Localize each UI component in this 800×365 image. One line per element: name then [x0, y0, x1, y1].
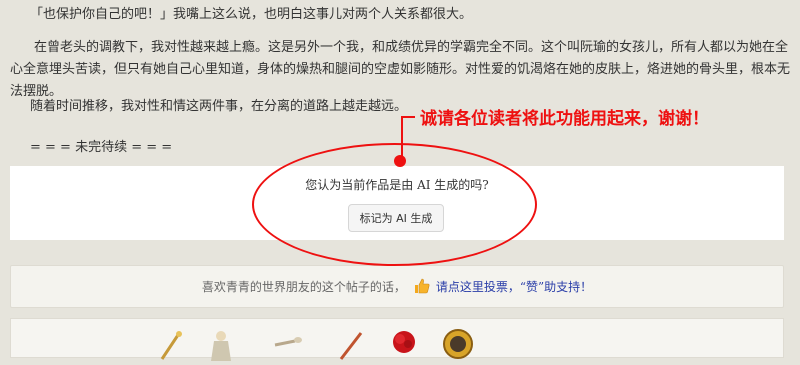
thumbs-up-icon[interactable]: [414, 269, 430, 311]
vote-line: 喜欢青青的世界朋友的这个帖子的话， 请点这里投票，“赞”助支持！: [11, 266, 783, 311]
vote-lead-text: 喜欢青青的世界朋友的这个帖子的话，: [201, 280, 406, 294]
to-be-continued: = = = 未完待续 = = =: [30, 140, 173, 155]
wand-icon[interactable]: [156, 327, 190, 361]
pipe-icon[interactable]: [271, 327, 305, 361]
gift-panel: [10, 318, 784, 361]
figure-icon[interactable]: [204, 327, 238, 361]
vote-link[interactable]: 请点这里投票，“赞”助支持！: [436, 280, 592, 294]
ai-detection-panel: 您认为当前作品是由 AI 生成的吗? 标记为 AI 生成: [10, 166, 784, 240]
story-paragraph: 在曾老头的调教下，我对性越来越上瘾。这是另外一个我，和成绩优异的学霸完全不同。这…: [10, 40, 791, 99]
story-paragraph: 「也保护你自己的吧！」我嘴上这么说，也明白这事儿对两个人关系都很大。: [30, 7, 473, 22]
annotation-dot: [394, 155, 406, 167]
vote-panel: 喜欢青青的世界朋友的这个帖子的话， 请点这里投票，“赞”助支持！: [10, 265, 784, 308]
mark-ai-generated-button[interactable]: 标记为 AI 生成: [348, 204, 444, 232]
story-paragraph: 随着时间推移，我对性和情这两件事，在分离的道路上越走越远。: [30, 99, 408, 114]
annotation-connector: [401, 116, 415, 118]
ai-question: 您认为当前作品是由 AI 生成的吗?: [305, 178, 489, 192]
medal-icon[interactable]: [441, 327, 475, 361]
sword-icon[interactable]: [333, 327, 367, 361]
rose-icon[interactable]: [387, 327, 421, 361]
annotation-text: 诚请各位读者将此功能用起来，谢谢！: [420, 109, 709, 129]
